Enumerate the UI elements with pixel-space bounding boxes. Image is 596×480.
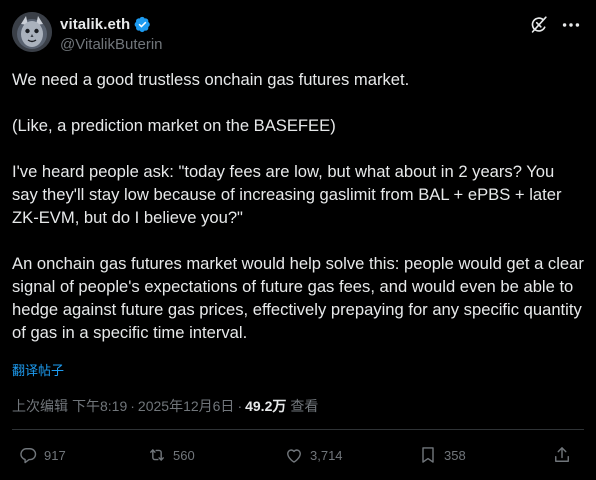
meta-separator: ·: [130, 398, 135, 414]
author-handle[interactable]: @VitalikButerin: [60, 36, 163, 53]
divider: [12, 429, 584, 430]
avatar[interactable]: [12, 12, 52, 52]
tweet-paragraph: (Like, a prediction market on the BASEFE…: [12, 116, 336, 135]
bookmark-button[interactable]: 358: [418, 443, 466, 467]
share-icon: [552, 445, 572, 465]
tweet-time[interactable]: 下午8:19: [72, 396, 127, 416]
repost-button[interactable]: 560: [147, 443, 195, 467]
bookmark-icon: [418, 445, 438, 465]
repost-icon: [147, 445, 167, 465]
like-button[interactable]: 3,714: [284, 443, 343, 467]
tweet-paragraph: I've heard people ask: "today fees are l…: [12, 162, 567, 227]
author-display-name[interactable]: vitalik.eth: [60, 16, 130, 33]
views-label[interactable]: 查看: [290, 396, 318, 416]
repost-count: 560: [173, 447, 195, 463]
edited-label[interactable]: 上次编辑: [12, 396, 68, 416]
tweet-paragraph: We need a good trustless onchain gas fut…: [12, 70, 410, 89]
like-count: 3,714: [310, 447, 343, 463]
reply-button[interactable]: 917: [18, 443, 66, 467]
avatar-image: [12, 12, 52, 52]
views-count: 49.2万: [245, 398, 287, 414]
share-button[interactable]: [552, 443, 572, 467]
like-icon: [284, 445, 304, 465]
bookmark-count: 358: [444, 447, 466, 463]
grok-icon[interactable]: [528, 14, 550, 36]
verified-badge-icon[interactable]: [134, 16, 151, 33]
reply-count: 917: [44, 447, 66, 463]
tweet-paragraph: An onchain gas futures market would help…: [12, 254, 589, 342]
tweet-text: We need a good trustless onchain gas fut…: [12, 68, 584, 344]
tweet-card: vitalik.eth @VitalikButerin We need a go…: [0, 0, 596, 480]
tweet-meta: 上次编辑 下午8:19 · 2025年12月6日 · 49.2万 查看: [12, 396, 318, 416]
meta-separator: ·: [237, 398, 243, 414]
author-name-row: vitalik.eth: [60, 14, 151, 34]
reply-icon: [18, 445, 38, 465]
translate-post-link[interactable]: 翻译帖子: [12, 360, 64, 379]
more-icon[interactable]: [560, 14, 582, 36]
tweet-date[interactable]: 2025年12月6日: [138, 396, 235, 416]
